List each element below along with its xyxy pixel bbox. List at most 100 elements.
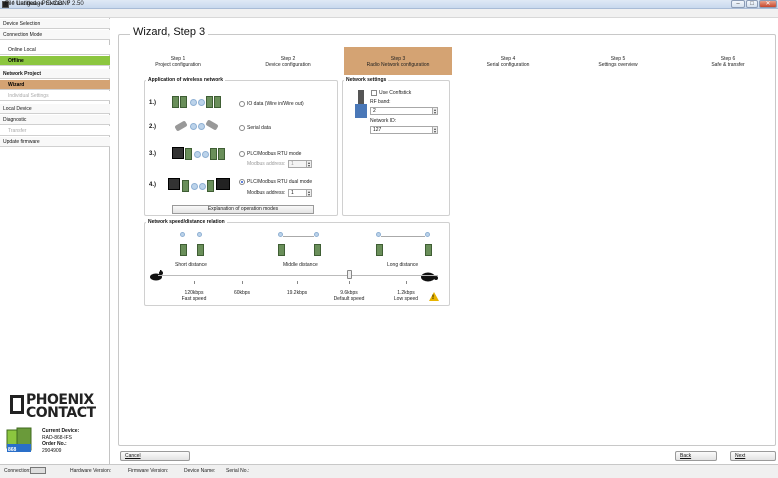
next-button[interactable]: Next: [730, 451, 776, 461]
rf-band-input[interactable]: 2 ▴ ▾: [370, 107, 438, 115]
nav-item-offline[interactable]: Offline: [0, 56, 110, 66]
step-label: Safe & transfer: [711, 62, 745, 68]
spin-arrows-icon[interactable]: ▴ ▾: [306, 190, 311, 197]
spin-arrows-icon[interactable]: ▴ ▾: [432, 127, 437, 134]
nav-item-wizard[interactable]: Wizard: [0, 80, 110, 90]
wizard-step-5[interactable]: Step 5 Settings overview: [564, 47, 672, 75]
menu-file[interactable]: File: [5, 1, 15, 7]
device-icon: [197, 244, 204, 256]
mode-1-radio[interactable]: [239, 101, 245, 107]
mode-4-radio[interactable]: [239, 179, 245, 185]
speed-slider-track: [158, 275, 438, 276]
nav-item-connection-mode[interactable]: Connection Mode: [0, 30, 110, 40]
mode-4-address-input[interactable]: 1 ▴ ▾: [288, 189, 312, 197]
order-number-label: Order No.:: [42, 441, 67, 447]
radio-wave-icon: [190, 123, 197, 130]
wizard-title: Wizard, Step 3: [130, 26, 209, 38]
nav-item-individual-settings: Individual Settings: [0, 91, 110, 101]
network-id-label: Network ID:: [370, 118, 397, 124]
menu-language[interactable]: Language: [17, 1, 44, 7]
device-image-icon: 868: [6, 427, 32, 453]
rf-band-value: 2: [373, 108, 376, 114]
middle-distance-label: Middle distance: [283, 262, 318, 268]
nav-item-network-project[interactable]: Network Project: [0, 69, 110, 79]
radio-wave-icon: [198, 99, 205, 106]
mode-3-address-label: Modbus address:: [247, 161, 286, 167]
speed-label-3: 9.6kbps Default speed: [327, 290, 371, 302]
menu-help[interactable]: ?: [67, 1, 70, 7]
device-icon: [180, 244, 187, 256]
radio-wave-icon: [198, 123, 205, 130]
mode-3-address-input[interactable]: 1 ▴ ▾: [288, 160, 312, 168]
link-line: [381, 236, 425, 237]
nav-item-update-firmware[interactable]: Update firmware: [0, 137, 110, 147]
spin-arrows-icon[interactable]: ▴ ▾: [432, 108, 437, 115]
explanation-button[interactable]: Explanation of operation modes: [172, 205, 314, 214]
wizard-step-3[interactable]: Step 3 Radio Network configuration: [344, 47, 452, 75]
nav-item-transfer: Transfer: [0, 126, 110, 136]
antenna-icon: [180, 232, 185, 237]
speed-note: Low speed: [393, 296, 419, 302]
mode-4-label: PLC/Modbus RTU dual mode: [247, 179, 313, 185]
mode-1-label: IO data (Wire in/Wire out): [247, 101, 304, 107]
mode-3-number: 3.): [149, 151, 157, 157]
speed-value: 19.2kbps: [286, 290, 308, 296]
status-bar: [0, 464, 778, 478]
menu-extras[interactable]: Extras: [46, 1, 63, 7]
device-icon: [182, 180, 189, 192]
network-settings-title: Network settings: [344, 77, 389, 83]
device-icon: [214, 96, 221, 108]
nav-item-online-local[interactable]: Online Local: [0, 45, 110, 55]
hardware-version-label: Hardware Version:: [70, 468, 112, 474]
speed-slider-thumb[interactable]: [347, 270, 352, 279]
device-icon: [180, 96, 187, 108]
cancel-button[interactable]: Cancel: [120, 451, 190, 461]
phoenix-logo-icon: [10, 395, 24, 414]
speed-value: 60kbps: [233, 290, 251, 296]
use-conftstick-checkbox[interactable]: [371, 90, 377, 96]
maximize-button[interactable]: □: [746, 0, 758, 8]
use-conftstick-label: Use Conftstick: [379, 90, 412, 96]
application-section-title: Application of wireless network: [146, 77, 226, 83]
rf-band-label: RF band:: [370, 99, 391, 105]
firmware-version-label: Firmware Version:: [128, 468, 169, 474]
mode-2-radio[interactable]: [239, 125, 245, 131]
spin-arrows-icon[interactable]: ▴ ▾: [306, 161, 311, 168]
speed-label-1: 60kbps: [220, 290, 264, 296]
menu-bar: [0, 9, 778, 18]
warning-icon: [429, 292, 439, 301]
slider-tick: [242, 281, 243, 284]
device-icon: [207, 180, 214, 192]
mode-4-address-label: Modbus address:: [247, 190, 286, 196]
nav-item-diagnostic[interactable]: Diagnostic: [0, 115, 110, 125]
nav-item-device-selection[interactable]: Device Selection: [0, 19, 110, 29]
plc-icon: [216, 178, 230, 190]
step-label: Serial configuration: [486, 62, 530, 68]
wizard-step-6[interactable]: Step 6 Safe & transfer: [674, 47, 778, 75]
svg-text:868: 868: [8, 447, 17, 453]
antenna-icon: [425, 232, 430, 237]
long-distance-label: Long distance: [387, 262, 419, 268]
device-icon: [278, 244, 285, 256]
nav-item-local-device[interactable]: Local Device: [0, 104, 110, 114]
minimize-button[interactable]: –: [731, 0, 745, 8]
speed-label-0: 120kbps Fast speed: [172, 290, 216, 302]
antenna-icon: [197, 232, 202, 237]
speed-section-title: Network speed/distance relation: [146, 219, 227, 225]
mode-3-radio[interactable]: [239, 151, 245, 157]
device-icon: [210, 148, 217, 160]
device-icon: [185, 148, 192, 160]
wizard-step-4[interactable]: Step 4 Serial configuration: [454, 47, 562, 75]
wizard-step-1[interactable]: Step 1 Project configuration: [124, 47, 232, 75]
wizard-step-2[interactable]: Step 2 Device configuration: [234, 47, 342, 75]
back-button[interactable]: Back: [675, 451, 717, 461]
step-label: Device configuration: [265, 62, 311, 68]
speed-label-4: 1.2kbps Low speed: [384, 290, 428, 302]
radio-wave-icon: [191, 183, 198, 190]
close-button[interactable]: ✕: [759, 0, 777, 8]
slider-tick: [406, 281, 407, 284]
speed-label-2: 19.2kbps: [275, 290, 319, 296]
network-id-input[interactable]: 127 ▴ ▾: [370, 126, 438, 134]
logo-text-2: CONTACT: [26, 405, 96, 421]
link-line: [283, 236, 314, 237]
